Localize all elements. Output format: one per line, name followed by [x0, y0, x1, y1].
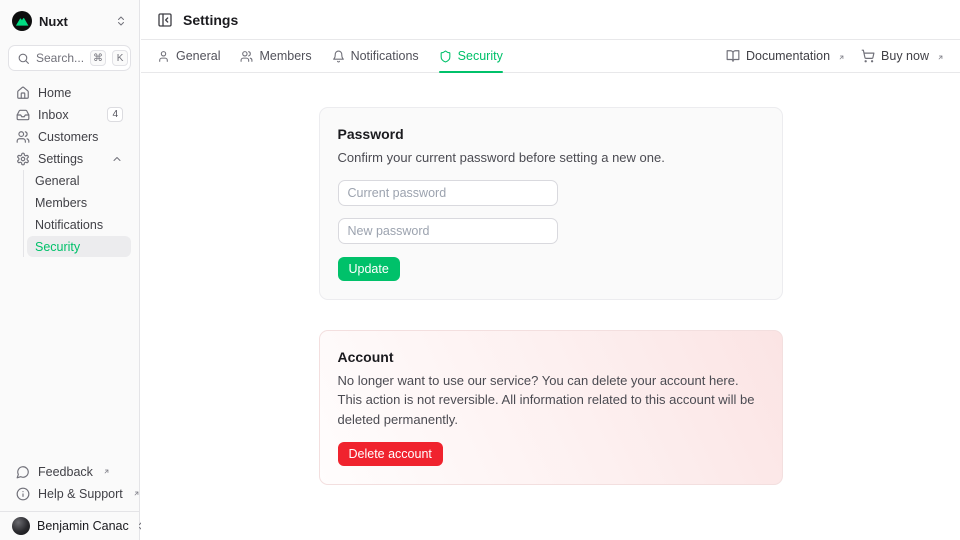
- sidebar-item-label: Inbox: [38, 108, 99, 122]
- book-open-icon: [726, 49, 740, 63]
- account-card: Account No longer want to use our servic…: [319, 330, 783, 486]
- avatar: [12, 517, 30, 535]
- kbd-meta: ⌘: [90, 50, 106, 66]
- sidebar-item-inbox[interactable]: Inbox 4: [8, 104, 131, 125]
- account-card-description: No longer want to use our service? You c…: [338, 371, 764, 430]
- feedback-label: Feedback: [38, 465, 93, 479]
- sidebar-item-general[interactable]: General: [27, 170, 131, 191]
- documentation-label: Documentation: [746, 49, 830, 63]
- inbox-icon: [16, 108, 30, 122]
- sidebar-item-members[interactable]: Members: [27, 192, 131, 213]
- inbox-count-badge: 4: [107, 107, 123, 122]
- settings-subnav: General Members Notifications Security: [23, 170, 131, 257]
- search-placeholder: Search...: [36, 51, 84, 65]
- sidebar-item-label: Home: [38, 86, 123, 100]
- info-icon: [16, 487, 30, 501]
- user-menu[interactable]: Benjamin Canac: [0, 511, 139, 540]
- settings-tabbar: General Members Notifications: [141, 40, 960, 73]
- sidebar-item-settings[interactable]: Settings: [8, 148, 131, 169]
- tab-label: Members: [259, 49, 311, 63]
- sidebar-nav: Home Inbox 4 Customers Settings: [0, 82, 139, 258]
- tab-members[interactable]: Members: [240, 40, 311, 72]
- external-link-icon: [838, 50, 845, 64]
- new-password-field[interactable]: [338, 218, 558, 244]
- chevrons-up-down-icon: [115, 15, 127, 27]
- documentation-link[interactable]: Documentation: [726, 49, 845, 63]
- password-card: Password Confirm your current password b…: [319, 107, 783, 300]
- external-link-icon: [937, 50, 944, 64]
- workspace-name: Nuxt: [39, 14, 108, 29]
- message-circle-icon: [16, 465, 30, 479]
- panel-left-close-icon[interactable]: [157, 12, 173, 28]
- buy-now-label: Buy now: [881, 49, 929, 63]
- users-icon: [16, 130, 30, 144]
- account-card-title: Account: [338, 349, 764, 365]
- sub-item-label: Members: [35, 196, 87, 210]
- kbd-k: K: [112, 50, 128, 66]
- sidebar-item-label: Settings: [38, 152, 103, 166]
- main-panel: Settings General Members: [141, 0, 960, 540]
- help-support-label: Help & Support: [38, 487, 123, 501]
- sub-item-label: Security: [35, 240, 80, 254]
- gear-icon: [16, 152, 30, 166]
- workspace-switcher[interactable]: Nuxt: [0, 0, 139, 40]
- bell-icon: [332, 50, 345, 63]
- sidebar: Nuxt Search... ⌘ K Home: [0, 0, 140, 540]
- nuxt-logo-icon: [12, 11, 32, 31]
- tabbar-spacer: [503, 40, 726, 72]
- sidebar-spacer: [0, 258, 139, 461]
- sidebar-item-label: Customers: [38, 130, 123, 144]
- buy-now-link[interactable]: Buy now: [861, 49, 944, 63]
- page-title: Settings: [183, 12, 238, 28]
- chevron-up-icon: [111, 153, 123, 165]
- sub-item-label: Notifications: [35, 218, 103, 232]
- tabs: General Members Notifications: [157, 40, 503, 72]
- search-input[interactable]: Search... ⌘ K: [8, 45, 131, 71]
- page-header: Settings: [141, 0, 960, 40]
- settings-security-content: Password Confirm your current password b…: [141, 73, 960, 540]
- help-support-link[interactable]: Help & Support: [8, 483, 131, 504]
- sidebar-item-customers[interactable]: Customers: [8, 126, 131, 147]
- tab-label: General: [176, 49, 220, 63]
- sidebar-item-notifications[interactable]: Notifications: [27, 214, 131, 235]
- sidebar-footer-links: Feedback Help & Support: [0, 461, 139, 511]
- house-icon: [16, 86, 30, 100]
- tab-security[interactable]: Security: [439, 40, 503, 72]
- delete-account-button[interactable]: Delete account: [338, 442, 443, 466]
- tab-notifications[interactable]: Notifications: [332, 40, 419, 72]
- sidebar-item-security[interactable]: Security: [27, 236, 131, 257]
- shield-icon: [439, 50, 452, 63]
- app-window: Nuxt Search... ⌘ K Home: [0, 0, 960, 540]
- sub-item-label: General: [35, 174, 79, 188]
- feedback-link[interactable]: Feedback: [8, 461, 131, 482]
- tab-label: Notifications: [351, 49, 419, 63]
- current-password-field[interactable]: [338, 180, 558, 206]
- external-link-icon: [103, 462, 110, 480]
- password-card-title: Password: [338, 126, 764, 142]
- tab-general[interactable]: General: [157, 40, 220, 72]
- search-icon: [17, 52, 30, 65]
- users-icon: [240, 50, 253, 63]
- user-name: Benjamin Canac: [37, 519, 129, 533]
- shopping-cart-icon: [861, 49, 875, 63]
- external-link-icon: [133, 484, 140, 502]
- header-links: Documentation Buy now: [726, 40, 944, 72]
- update-password-button[interactable]: Update: [338, 257, 400, 281]
- user-icon: [157, 50, 170, 63]
- sidebar-item-home[interactable]: Home: [8, 82, 131, 103]
- password-card-description: Confirm your current password before set…: [338, 148, 764, 168]
- tab-label: Security: [458, 49, 503, 63]
